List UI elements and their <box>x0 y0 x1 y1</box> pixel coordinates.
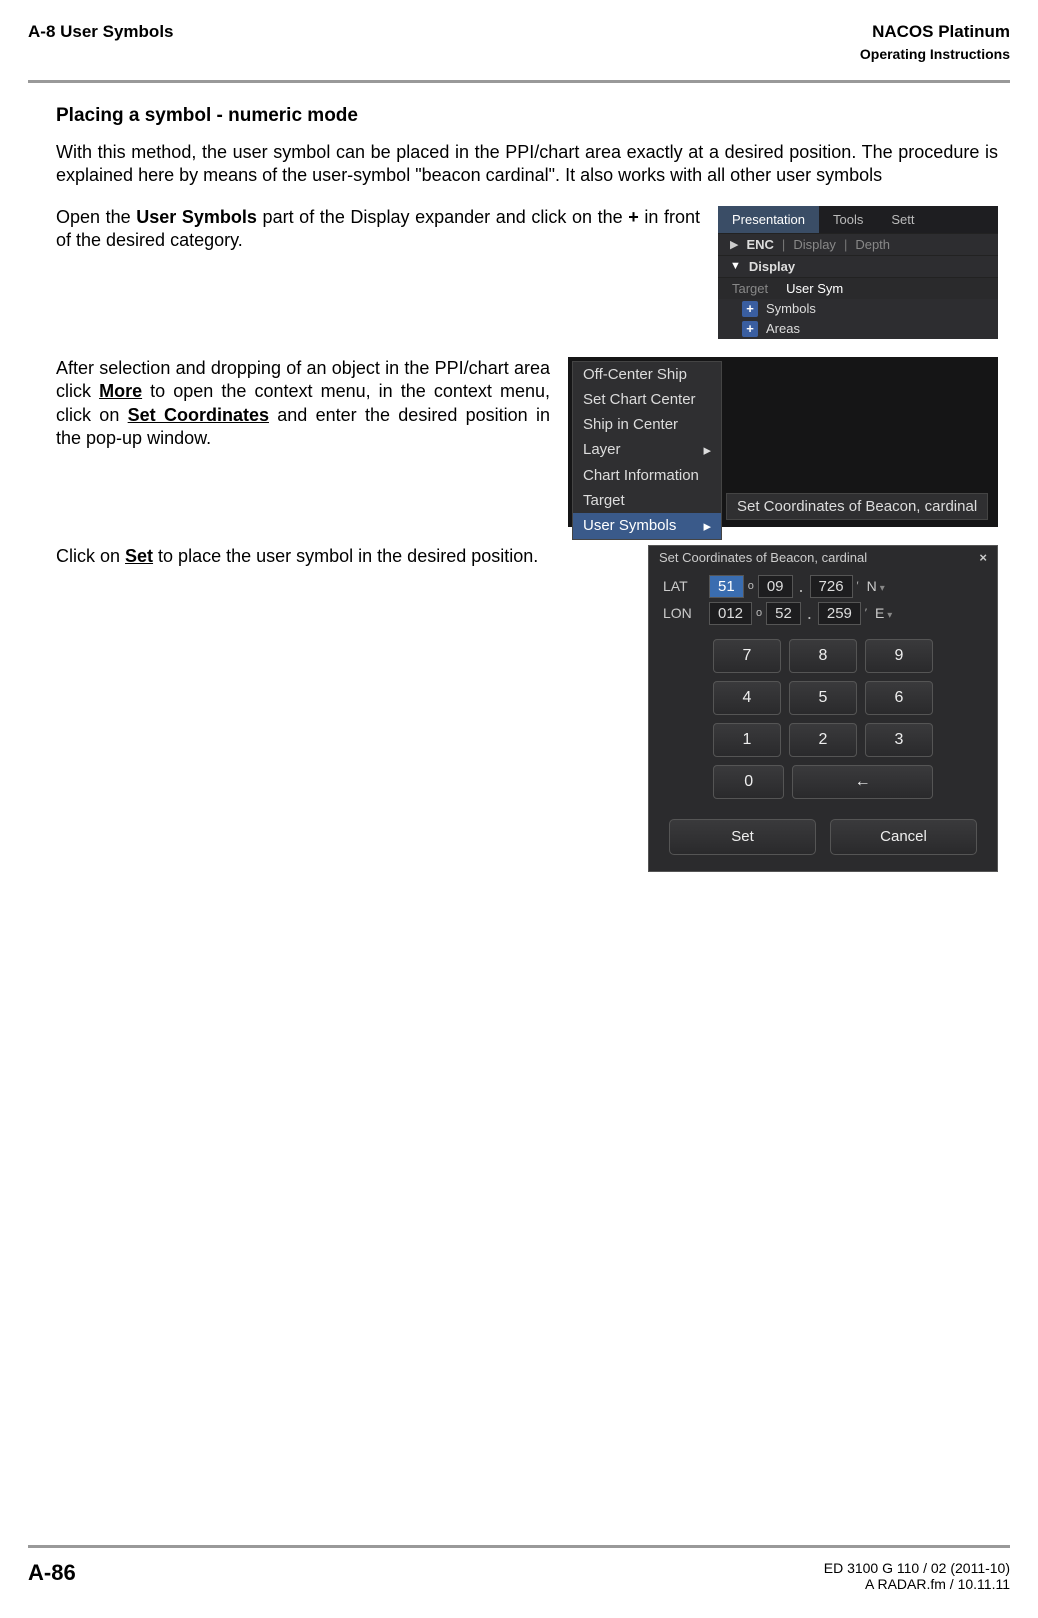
plus-icon[interactable]: + <box>742 321 758 337</box>
lon-deg-input[interactable]: 012 <box>709 602 752 625</box>
lat-mmin-input[interactable]: 726 <box>810 575 853 598</box>
close-icon[interactable]: × <box>979 550 987 565</box>
tab-settings[interactable]: Sett <box>877 206 928 233</box>
intro-paragraph: With this method, the user symbol can be… <box>56 141 998 188</box>
key-3[interactable]: 3 <box>865 723 933 757</box>
mi-set-chart-center[interactable]: Set Chart Center <box>573 387 721 412</box>
leaf-areas[interactable]: + Areas <box>718 319 998 339</box>
mi-off-center-ship[interactable]: Off-Center Ship <box>573 362 721 387</box>
step-open-expander: Open the User Symbols part of the Displa… <box>56 206 998 339</box>
key-backspace[interactable]: ← <box>792 765 933 799</box>
step-text-3: Click on Set to place the user symbol in… <box>56 545 630 568</box>
figure-display-expander: Presentation Tools Sett ▶ ENC | Display … <box>718 206 998 339</box>
coordinate-inputs: LAT 51o 09. 726′ N▾ LON 012o 52. 259′ E▾ <box>649 569 997 631</box>
key-7[interactable]: 7 <box>713 639 781 673</box>
key-5[interactable]: 5 <box>789 681 857 715</box>
lon-hemi-toggle[interactable]: E▾ <box>875 605 892 621</box>
header-left: A-8 User Symbols <box>28 22 174 62</box>
lat-deg-input[interactable]: 51 <box>709 575 744 598</box>
lon-row: LON 012o 52. 259′ E▾ <box>663 602 983 625</box>
page-header: A-8 User Symbols NACOS Platinum Operatin… <box>0 0 1038 70</box>
content-area: Placing a symbol - numeric mode With thi… <box>0 83 1038 872</box>
header-product: NACOS Platinum <box>860 22 1010 42</box>
header-subtitle: Operating Instructions <box>860 46 1010 62</box>
page-footer: A-86 ED 3100 G 110 / 02 (2011-10) A RADA… <box>28 1545 1010 1592</box>
mi-target[interactable]: Target <box>573 488 721 513</box>
dialog-buttons: Set Cancel <box>649 809 997 871</box>
user-symbols-bold: User Symbols <box>136 207 257 227</box>
key-6[interactable]: 6 <box>865 681 933 715</box>
key-1[interactable]: 1 <box>713 723 781 757</box>
chevron-down-icon: ▼ <box>730 260 741 272</box>
plus-icon[interactable]: + <box>742 301 758 317</box>
figure-set-coordinates-dialog: Set Coordinates of Beacon, cardinal × LA… <box>648 545 998 872</box>
lon-min-input[interactable]: 52 <box>766 602 801 625</box>
chevron-right-icon: ▸ <box>703 441 711 459</box>
mi-ship-in-center[interactable]: Ship in Center <box>573 412 721 437</box>
step-text-1: Open the User Symbols part of the Displa… <box>56 206 700 253</box>
dialog-title: Set Coordinates of Beacon, cardinal <box>659 550 867 565</box>
chevron-right-icon: ▶ <box>730 238 738 251</box>
mi-layer[interactable]: Layer▸ <box>573 437 721 463</box>
leaf-symbols[interactable]: + Symbols <box>718 299 998 319</box>
step-set-position: Click on Set to place the user symbol in… <box>56 545 998 872</box>
header-right: NACOS Platinum Operating Instructions <box>860 22 1010 62</box>
tab-tools[interactable]: Tools <box>819 206 877 233</box>
lat-hemi-toggle[interactable]: N▾ <box>867 578 885 594</box>
row-display[interactable]: ▼ Display <box>718 255 998 277</box>
context-menu: Off-Center Ship Set Chart Center Ship in… <box>572 361 722 540</box>
key-9[interactable]: 9 <box>865 639 933 673</box>
enc-label: ENC <box>746 237 773 252</box>
subtab-user-sym[interactable]: User Sym <box>786 281 843 296</box>
lat-min-input[interactable]: 09 <box>758 575 793 598</box>
lat-row: LAT 51o 09. 726′ N▾ <box>663 575 983 598</box>
row-display-sub: Target User Sym <box>718 277 998 299</box>
tab-bar: Presentation Tools Sett <box>718 206 998 233</box>
key-4[interactable]: 4 <box>713 681 781 715</box>
mi-user-symbols[interactable]: User Symbols▸ <box>573 513 721 539</box>
step-text-2: After selection and dropping of an objec… <box>56 357 550 451</box>
step-context-menu: After selection and dropping of an objec… <box>56 357 998 527</box>
row-enc[interactable]: ▶ ENC | Display | Depth <box>718 233 998 255</box>
file-stamp: A RADAR.fm / 10.11.11 <box>824 1576 1010 1592</box>
display-label: Display <box>749 259 795 274</box>
mi-chart-information[interactable]: Chart Information <box>573 463 721 488</box>
submenu-set-coordinates[interactable]: Set Coordinates of Beacon, cardinal <box>726 493 988 520</box>
lon-mmin-input[interactable]: 259 <box>818 602 861 625</box>
dialog-titlebar: Set Coordinates of Beacon, cardinal × <box>649 546 997 569</box>
lat-label: LAT <box>663 578 705 594</box>
section-title: Placing a symbol - numeric mode <box>56 105 998 127</box>
more-bold: More <box>99 381 142 401</box>
plus-bold: + <box>628 207 639 227</box>
footer-right: ED 3100 G 110 / 02 (2011-10) A RADAR.fm … <box>824 1560 1010 1592</box>
tab-presentation[interactable]: Presentation <box>718 206 819 233</box>
key-2[interactable]: 2 <box>789 723 857 757</box>
set-coordinates-bold: Set Coordinates <box>128 405 269 425</box>
figure-context-menu: Off-Center Ship Set Chart Center Ship in… <box>568 357 998 527</box>
set-bold: Set <box>125 546 153 566</box>
key-0[interactable]: 0 <box>713 765 784 799</box>
key-8[interactable]: 8 <box>789 639 857 673</box>
chevron-right-icon: ▸ <box>703 517 711 535</box>
subtab-target[interactable]: Target <box>732 281 768 296</box>
numeric-keypad: 7 8 9 4 5 6 1 2 3 0 ← <box>713 639 933 799</box>
doc-id: ED 3100 G 110 / 02 (2011-10) <box>824 1560 1010 1576</box>
lon-label: LON <box>663 605 705 621</box>
set-button[interactable]: Set <box>669 819 816 855</box>
page-number: A-86 <box>28 1560 76 1586</box>
cancel-button[interactable]: Cancel <box>830 819 977 855</box>
